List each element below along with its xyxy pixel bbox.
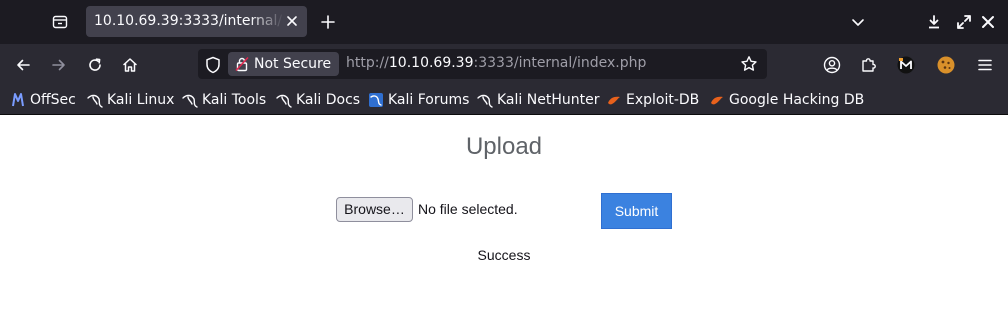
extensions-button[interactable] <box>857 53 881 77</box>
puzzle-piece-icon <box>862 58 876 72</box>
bookmark-label: Kali NetHunter <box>497 92 600 108</box>
exploit-db-icon <box>608 96 620 105</box>
bookmark-exploit-db[interactable]: Exploit-DB <box>606 91 699 109</box>
maximize-button[interactable] <box>952 10 976 34</box>
bookmark-kali-nethunter[interactable]: Kali NetHunter <box>477 91 599 109</box>
bookmark-label: Kali Forums <box>388 92 470 108</box>
back-button[interactable] <box>11 53 35 77</box>
reload-button[interactable] <box>83 53 107 77</box>
home-icon <box>123 58 137 72</box>
close-icon <box>982 16 994 28</box>
page-title: Upload <box>465 133 543 160</box>
bookmark-kali-docs[interactable]: Kali Docs <box>276 91 360 109</box>
tab-active[interactable]: 10.10.69.39:3333/internal/index.php <box>86 6 307 37</box>
download-arrow-icon <box>929 15 939 29</box>
extension-m-button[interactable] <box>894 53 918 77</box>
account-button[interactable] <box>820 53 844 77</box>
close-window-button[interactable] <box>976 10 1000 34</box>
kali-dragon-icon <box>87 94 103 108</box>
not-secure-label: Not Secure <box>254 56 332 72</box>
bookmark-label: Google Hacking DB <box>729 92 865 108</box>
browse-file-button[interactable]: Browse… <box>336 197 413 222</box>
url-path: :3333/internal/index.php <box>473 55 647 71</box>
bookmark-kali-linux[interactable]: Kali Linux <box>87 91 174 109</box>
page-content: Upload Browse… No file selected. Submit … <box>0 116 1008 335</box>
firefox-view-button[interactable] <box>48 10 72 34</box>
bookmark-label: Kali Docs <box>296 92 361 108</box>
url-scheme: http:// <box>346 55 389 71</box>
expand-icon <box>957 15 971 29</box>
bookmark-label: Exploit-DB <box>626 92 700 108</box>
tab-strip: 10.10.69.39:3333/internal/index.php <box>0 0 1008 44</box>
submit-button[interactable]: Submit <box>601 193 672 229</box>
bookmark-label: Kali Tools <box>202 92 267 108</box>
kali-forums-icon <box>369 93 383 107</box>
bookmark-kali-forums[interactable]: Kali Forums <box>368 91 469 109</box>
firefox-view-icon <box>52 15 68 29</box>
minimize-button[interactable] <box>922 10 946 34</box>
cookie-icon <box>937 56 955 74</box>
kali-dragon-icon <box>276 94 292 108</box>
kali-dragon-icon <box>477 94 493 108</box>
tab-close-button[interactable] <box>284 13 300 29</box>
list-all-tabs-button[interactable] <box>846 10 870 34</box>
offsec-icon <box>12 93 24 107</box>
bookmark-offsec[interactable]: OffSec <box>10 91 76 109</box>
cookie-extension-button[interactable] <box>934 53 958 77</box>
connection-security-button[interactable]: Not Secure <box>228 52 340 76</box>
url-host: 10.10.69.39 <box>388 55 474 71</box>
file-selection-status: No file selected. <box>418 201 518 217</box>
url-bar[interactable]: Not Secure http://10.10.69.39:3333/inter… <box>198 49 767 79</box>
bookmark-label: Kali Linux <box>107 92 175 108</box>
home-button[interactable] <box>118 53 142 77</box>
reload-icon <box>89 58 101 71</box>
back-arrow-icon <box>17 59 30 71</box>
tab-title: 10.10.69.39:3333/internal/index.php <box>94 13 284 29</box>
forward-arrow-icon <box>52 59 65 71</box>
forward-button[interactable] <box>47 53 71 77</box>
account-icon <box>823 56 841 74</box>
metamask-circle-icon <box>896 55 916 75</box>
bookmark-star-icon[interactable] <box>740 55 758 73</box>
close-icon <box>287 16 297 26</box>
bookmark-label: OffSec <box>30 92 76 108</box>
plus-icon <box>321 15 335 29</box>
insecure-lock-icon <box>235 56 249 72</box>
bookmarks-toolbar: OffSec Kali Linux Kali Tools Kali Docs K… <box>0 86 1008 115</box>
shield-icon[interactable] <box>204 56 222 74</box>
app-menu-button[interactable] <box>973 53 997 77</box>
new-tab-button[interactable] <box>316 10 340 34</box>
upload-result-message: Success <box>477 247 531 263</box>
chevron-down-icon <box>852 19 864 26</box>
nav-toolbar: Not Secure http://10.10.69.39:3333/inter… <box>0 44 1008 86</box>
bookmark-google-hacking-db[interactable]: Google Hacking DB <box>709 91 864 109</box>
kali-dragon-icon <box>182 94 198 108</box>
bookmark-kali-tools[interactable]: Kali Tools <box>182 91 266 109</box>
url-text[interactable]: http://10.10.69.39:3333/internal/index.p… <box>346 55 646 71</box>
hamburger-menu-icon <box>978 59 992 71</box>
exploit-db-icon <box>711 96 723 105</box>
